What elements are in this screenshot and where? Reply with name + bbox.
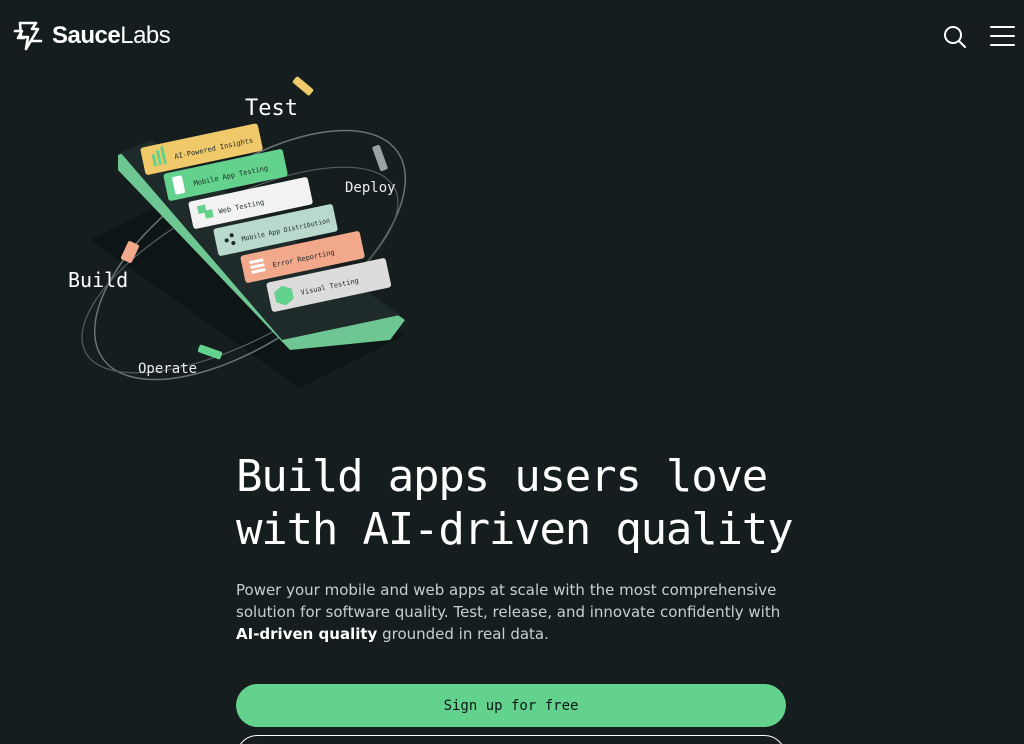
secondary-cta-button[interactable] (236, 735, 786, 744)
hamburger-menu-icon-bar-3 (990, 44, 1015, 46)
logo-text-bold: Sauce (52, 22, 121, 49)
site-header: SauceLabs (0, 0, 1024, 72)
hero-headline-line2: with AI-driven quality (236, 504, 794, 555)
saucelabs-logo-icon (13, 21, 43, 51)
hamburger-menu-button[interactable] (990, 26, 1016, 46)
hero-description-part1: Power your mobile and web apps at scale … (236, 581, 781, 621)
hamburger-menu-icon-bar-2 (990, 35, 1015, 37)
orbit-label-build: Build (68, 268, 129, 292)
hero-description-part2: grounded in real data. (377, 625, 549, 643)
orbit-label-test: Test (245, 96, 298, 121)
hero-description: Power your mobile and web apps at scale … (236, 579, 796, 645)
hero-description-bold: AI-driven quality (236, 625, 378, 643)
orbit-label-deploy: Deploy (345, 180, 396, 196)
search-button[interactable] (942, 24, 968, 50)
search-icon (944, 26, 966, 48)
hero-headline: Build apps users love with AI-driven qua… (236, 450, 836, 556)
hamburger-menu-icon (990, 26, 1015, 28)
hero-headline-line1: Build apps users love (236, 451, 768, 502)
logo-text-light: Labs (120, 22, 171, 49)
saucelabs-logo[interactable]: SauceLabs (12, 21, 171, 51)
logo-text: SauceLabs (52, 21, 171, 51)
orbit-label-operate: Operate (138, 361, 198, 377)
sign-up-button[interactable]: Sign up for free (236, 684, 786, 727)
